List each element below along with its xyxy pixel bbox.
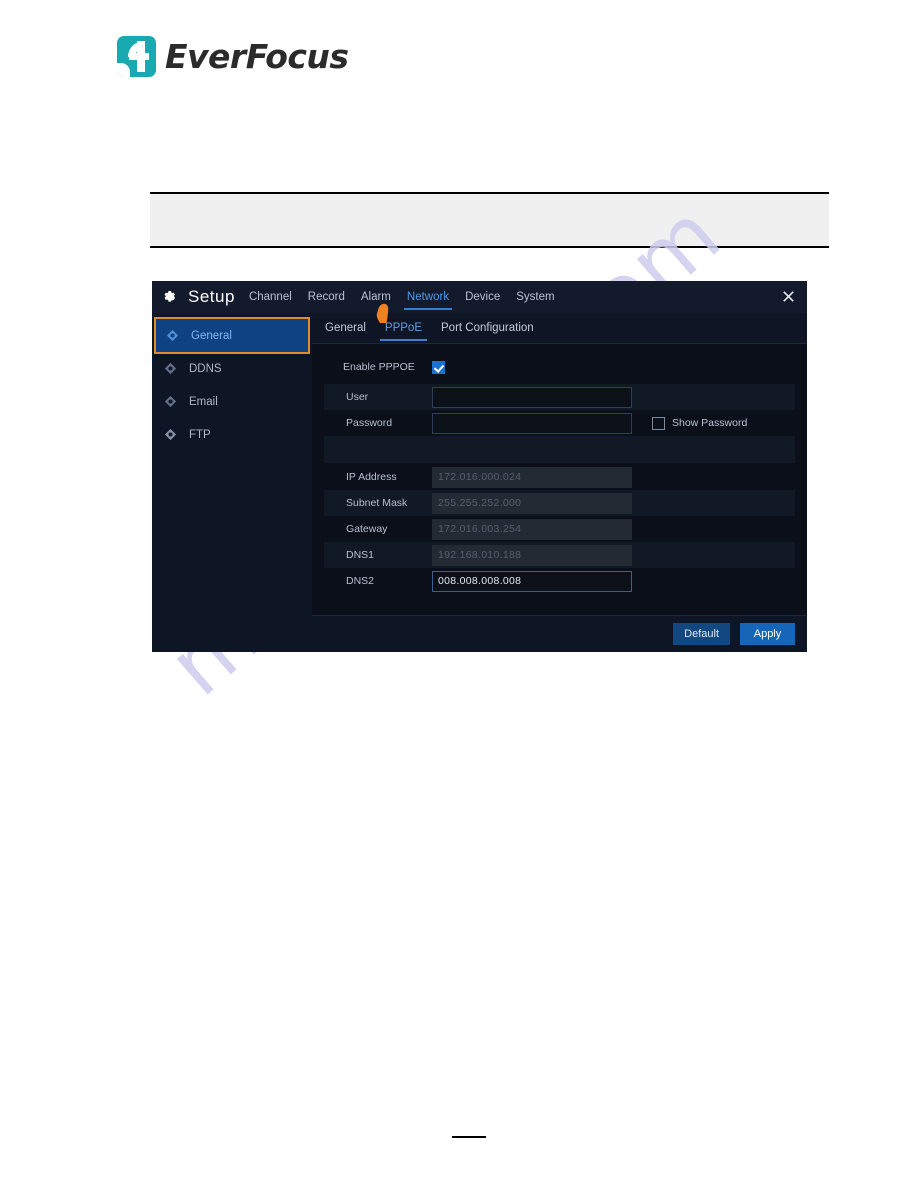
row-separator (324, 436, 795, 463)
subnet-mask-label: Subnet Mask (346, 497, 408, 509)
row-gateway: Gateway 172.016.003.254 (324, 516, 795, 542)
default-button[interactable]: Default (673, 623, 730, 645)
hand-pointer-cursor (376, 303, 389, 323)
note-box (150, 192, 829, 248)
row-user: User (324, 384, 795, 410)
setup-sidebar: General DDNS Email FTP (152, 313, 312, 652)
gateway-value: 172.016.003.254 (432, 518, 632, 540)
setup-body: General DDNS Email FTP General PPPoE Por… (152, 303, 807, 652)
page-title: Setup (188, 287, 235, 306)
user-label: User (346, 391, 369, 403)
close-icon[interactable] (781, 289, 796, 304)
menu-item-network[interactable]: Network (403, 284, 453, 311)
sidebar-item-ddns[interactable]: DDNS (154, 352, 310, 385)
dns2-label: DNS2 (346, 575, 375, 587)
sidebar-item-ftp[interactable]: FTP (154, 418, 310, 451)
show-password-checkbox[interactable] (652, 416, 665, 430)
row-dns2: DNS2 008.008.008.008 (324, 568, 795, 594)
sidebar-item-email-label: Email (189, 395, 218, 408)
menu-item-channel[interactable]: Channel (248, 284, 293, 311)
show-password-label: Show Password (672, 417, 748, 429)
row-password: Password Show Password (324, 410, 795, 436)
ip-address-label: IP Address (346, 471, 397, 483)
sidebar-item-general[interactable]: General (154, 317, 310, 354)
sidebar-item-ddns-label: DDNS (189, 362, 222, 375)
network-subtabs: General PPPoE Port Configuration (312, 303, 807, 344)
gateway-label: Gateway (346, 523, 388, 535)
everfocus-logo-icon (117, 36, 156, 77)
menu-item-device[interactable]: Device (464, 284, 501, 311)
main-menu: Channel Record Alarm Network Device Syst… (248, 284, 556, 311)
pppoe-form: Enable PPPOE User Password Show Password (312, 344, 807, 615)
subnet-mask-value: 255.255.252.000 (432, 492, 632, 514)
row-ip-address: IP Address 172.016.000.024 (324, 464, 795, 490)
diamond-icon (166, 329, 179, 342)
setup-titlebar: Setup Channel Record Alarm Network Devic… (152, 281, 807, 313)
menu-item-system[interactable]: System (515, 284, 555, 311)
sidebar-item-general-label: General (191, 329, 232, 342)
row-subnet-mask: Subnet Mask 255.255.252.000 (324, 490, 795, 516)
row-enable-pppoe: Enable PPPOE (324, 354, 795, 380)
gear-icon[interactable] (162, 288, 181, 307)
diamond-icon (164, 362, 177, 375)
user-input[interactable] (432, 386, 632, 408)
dns1-value: 192.168.010.188 (432, 544, 632, 566)
diamond-icon (164, 395, 177, 408)
sidebar-item-email[interactable]: Email (154, 385, 310, 418)
tab-port-configuration[interactable]: Port Configuration (440, 316, 535, 341)
setup-content: General PPPoE Port Configuration Enable … (312, 303, 807, 652)
diamond-icon (164, 428, 177, 441)
brand-header: EverFocus (117, 36, 349, 77)
tab-general[interactable]: General (324, 316, 367, 341)
password-label: Password (346, 417, 393, 429)
enable-pppoe-label: Enable PPPOE (343, 361, 415, 373)
dns2-input[interactable]: 008.008.008.008 (432, 570, 632, 592)
ip-address-value: 172.016.000.024 (432, 466, 632, 488)
apply-button[interactable]: Apply (740, 623, 795, 645)
dns1-label: DNS1 (346, 549, 375, 561)
page-number-rule (452, 1136, 486, 1138)
dvr-setup-window: Setup Channel Record Alarm Network Devic… (152, 281, 807, 652)
form-footer: Default Apply (312, 615, 807, 652)
sidebar-item-ftp-label: FTP (189, 428, 211, 441)
enable-pppoe-checkbox[interactable] (432, 360, 445, 374)
brand-wordmark: EverFocus (165, 37, 349, 76)
menu-item-record[interactable]: Record (307, 284, 346, 311)
password-input[interactable] (432, 412, 632, 434)
row-dns1: DNS1 192.168.010.188 (324, 542, 795, 568)
show-password-group[interactable]: Show Password (652, 416, 748, 430)
